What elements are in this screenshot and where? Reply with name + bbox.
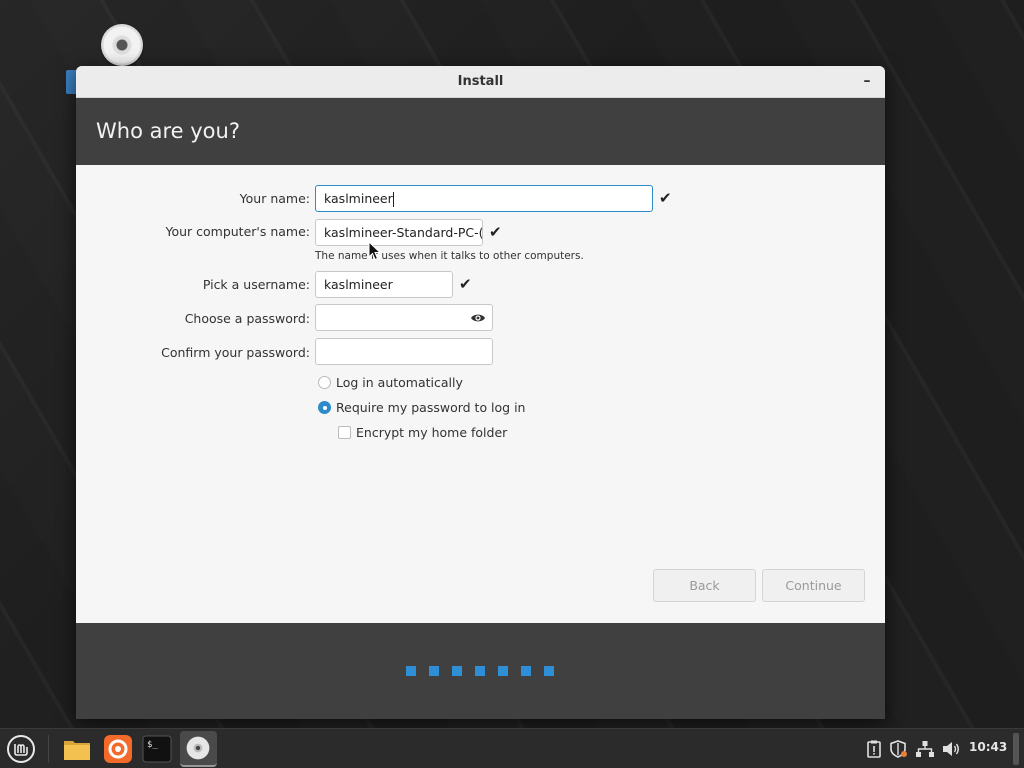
page-header: Who are you? xyxy=(76,98,885,165)
progress-step xyxy=(544,666,554,676)
computer-name-hint: The name it uses when it talks to other … xyxy=(315,250,584,262)
login-automatically-radio[interactable] xyxy=(318,376,331,389)
computer-name-value: kaslmineer-Standard-PC-( xyxy=(324,225,483,240)
step-progress-indicator xyxy=(406,666,554,676)
computer-name-label: Your computer's name: xyxy=(165,224,310,239)
volume-icon[interactable] xyxy=(942,739,960,759)
svg-text:$_: $_ xyxy=(147,740,158,750)
title-bar[interactable]: Install – xyxy=(76,66,885,98)
encrypt-home-option[interactable]: Encrypt my home folder xyxy=(338,424,507,442)
shield-update-icon[interactable] xyxy=(890,739,908,759)
form-area: Your name: kaslmineer ✔ Your computer's … xyxy=(76,165,885,623)
progress-step xyxy=(475,666,485,676)
encrypt-home-checkbox[interactable] xyxy=(338,426,351,439)
confirm-password-label: Confirm your password: xyxy=(161,345,310,360)
encrypt-home-label: Encrypt my home folder xyxy=(356,425,508,440)
login-automatically-option[interactable]: Log in automatically xyxy=(318,374,463,392)
network-icon[interactable] xyxy=(915,739,935,759)
your-name-value: kaslmineer xyxy=(324,191,393,206)
firefox-icon[interactable] xyxy=(102,733,134,765)
show-password-eye-icon[interactable] xyxy=(470,310,486,326)
window-title: Install xyxy=(457,74,504,89)
username-value: kaslmineer xyxy=(324,277,393,292)
your-name-label: Your name: xyxy=(239,191,310,206)
progress-step xyxy=(429,666,439,676)
name-valid-check-icon: ✔ xyxy=(659,189,672,207)
require-password-radio[interactable] xyxy=(318,401,331,414)
progress-step xyxy=(452,666,462,676)
password-label: Choose a password: xyxy=(184,311,310,326)
computer-name-input[interactable]: kaslmineer-Standard-PC-( xyxy=(315,219,483,246)
text-caret xyxy=(392,192,394,207)
username-label: Pick a username: xyxy=(202,277,310,292)
password-input[interactable] xyxy=(315,304,493,331)
install-disc-icon xyxy=(186,736,210,760)
install-disc-desktop-icon[interactable] xyxy=(101,24,143,66)
username-valid-check-icon: ✔ xyxy=(459,275,472,293)
clock[interactable]: 10:43 xyxy=(969,740,1007,754)
files-icon[interactable] xyxy=(61,733,93,765)
progress-step xyxy=(498,666,508,676)
progress-footer xyxy=(76,623,885,719)
page-title: Who are you? xyxy=(96,119,240,143)
terminal-icon[interactable]: $_ xyxy=(141,733,173,765)
clipboard-icon[interactable] xyxy=(866,739,882,759)
mouse-cursor-icon xyxy=(368,241,382,261)
installer-window: Install – Who are you? Your name: kaslmi… xyxy=(76,66,885,719)
mint-menu-icon[interactable] xyxy=(6,734,36,764)
confirm-password-input[interactable] xyxy=(315,338,493,365)
progress-step xyxy=(521,666,531,676)
require-password-option[interactable]: Require my password to log in xyxy=(318,399,525,417)
back-button[interactable]: Back xyxy=(653,569,756,602)
username-input[interactable]: kaslmineer xyxy=(315,271,453,298)
install-taskbar-button[interactable] xyxy=(180,731,217,767)
login-automatically-label: Log in automatically xyxy=(336,375,463,390)
continue-button[interactable]: Continue xyxy=(762,569,865,602)
taskbar-separator xyxy=(48,735,49,763)
minimize-button[interactable]: – xyxy=(857,72,877,92)
show-desktop-button[interactable] xyxy=(1013,733,1019,765)
taskbar: $_ 10:43 xyxy=(0,728,1024,768)
your-name-input[interactable]: kaslmineer xyxy=(315,185,653,212)
progress-step xyxy=(406,666,416,676)
computer-name-valid-check-icon: ✔ xyxy=(489,223,502,241)
require-password-label: Require my password to log in xyxy=(336,400,526,415)
